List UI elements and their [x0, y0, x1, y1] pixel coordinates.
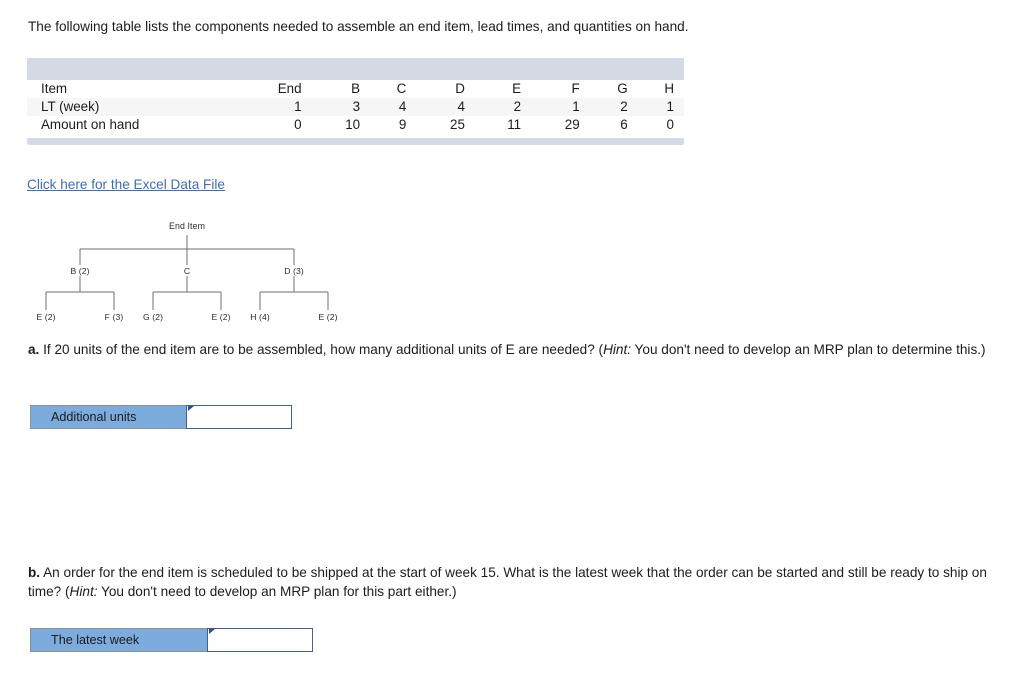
lt-e: 2 — [474, 98, 532, 116]
col-head-c: C — [396, 81, 407, 96]
col-head-e: E — [512, 81, 522, 96]
col-head-end: End — [277, 81, 302, 96]
col-head-f: F — [571, 81, 580, 96]
tree-leaf-f: F (3) — [104, 312, 124, 322]
question-b-hint-label: Hint: — [69, 584, 98, 599]
excel-data-file-link[interactable]: Click here for the Excel Data File — [27, 177, 225, 192]
table-body: Item End B C D E F G H LT (week) 1 3 4 4… — [27, 80, 684, 134]
aoh-c: 9 — [398, 117, 407, 132]
bom-tree-diagram: End Item B (2) C D (3) E (2) F (3) G (2)… — [22, 218, 382, 336]
tree-leaf-e1: E (2) — [36, 312, 56, 322]
components-table: Item End B C D E F G H LT (week) 1 3 4 4… — [27, 58, 684, 145]
table-row-lead-time: LT (week) 1 3 4 4 2 1 2 1 — [27, 98, 684, 116]
question-b-body-2: You don't need to develop an MRP plan fo… — [97, 584, 457, 599]
aoh-end: 0 — [294, 117, 302, 132]
answer-b-input[interactable] — [208, 629, 312, 651]
tree-leaf-h: H (4) — [250, 312, 270, 322]
tree-leaf-e3: E (2) — [318, 312, 338, 322]
lt-c: 4 — [370, 98, 417, 116]
row-label-item: Item — [41, 81, 68, 96]
col-head-h: H — [664, 81, 674, 96]
row-label-lt: LT (week) — [27, 98, 232, 116]
table-row-header: Item End B C D E F G H — [27, 80, 684, 98]
answer-a-input[interactable] — [187, 406, 291, 428]
question-a-lead: a. — [28, 342, 40, 357]
tree-node-root: End Item — [168, 221, 206, 231]
aoh-d: 25 — [450, 117, 465, 132]
aoh-e: 11 — [507, 117, 522, 132]
question-a-hint-label: Hint: — [603, 342, 632, 357]
tree-node-b: B (2) — [70, 266, 90, 276]
question-a-text: a. If 20 units of the end item are to be… — [28, 340, 993, 359]
lt-b: 3 — [311, 98, 371, 116]
answer-b-label: The latest week — [30, 628, 208, 652]
aoh-b: 10 — [345, 117, 361, 132]
lt-f: 1 — [531, 98, 590, 116]
row-label-amount: Amount on hand — [41, 117, 140, 132]
question-a-body-2: You don't need to develop an MRP plan to… — [631, 342, 986, 357]
question-b-text: b. An order for the end item is schedule… — [28, 563, 993, 601]
col-head-g: G — [617, 81, 628, 96]
table-row-amount-on-hand: Amount on hand 0 10 9 25 11 29 6 0 — [27, 116, 684, 134]
answer-row-a: Additional units — [30, 405, 292, 429]
lt-g: 2 — [589, 98, 638, 116]
col-head-d: D — [455, 81, 465, 96]
answer-a-input-wrap[interactable] — [186, 405, 292, 429]
col-head-b: B — [351, 81, 361, 96]
aoh-f: 29 — [564, 117, 580, 132]
tree-node-c: C — [183, 266, 191, 276]
tree-leaf-g: G (2) — [142, 312, 164, 322]
intro-paragraph: The following table lists the components… — [28, 19, 689, 34]
answer-a-label: Additional units — [30, 405, 187, 429]
question-b-lead: b. — [28, 565, 41, 580]
tree-leaf-e2: E (2) — [211, 312, 231, 322]
answer-row-b: The latest week — [30, 628, 313, 652]
aoh-h: 0 — [666, 117, 674, 132]
table-header-band — [27, 58, 684, 80]
lt-end: 1 — [232, 98, 312, 116]
table-footer-band — [27, 138, 684, 145]
tree-node-d: D (3) — [284, 266, 304, 276]
question-a-body-1: If 20 units of the end item are to be as… — [39, 342, 604, 357]
aoh-g: 6 — [620, 117, 628, 132]
answer-b-input-wrap[interactable] — [207, 628, 313, 652]
lt-d: 4 — [416, 98, 475, 116]
lt-h: 1 — [637, 98, 684, 116]
